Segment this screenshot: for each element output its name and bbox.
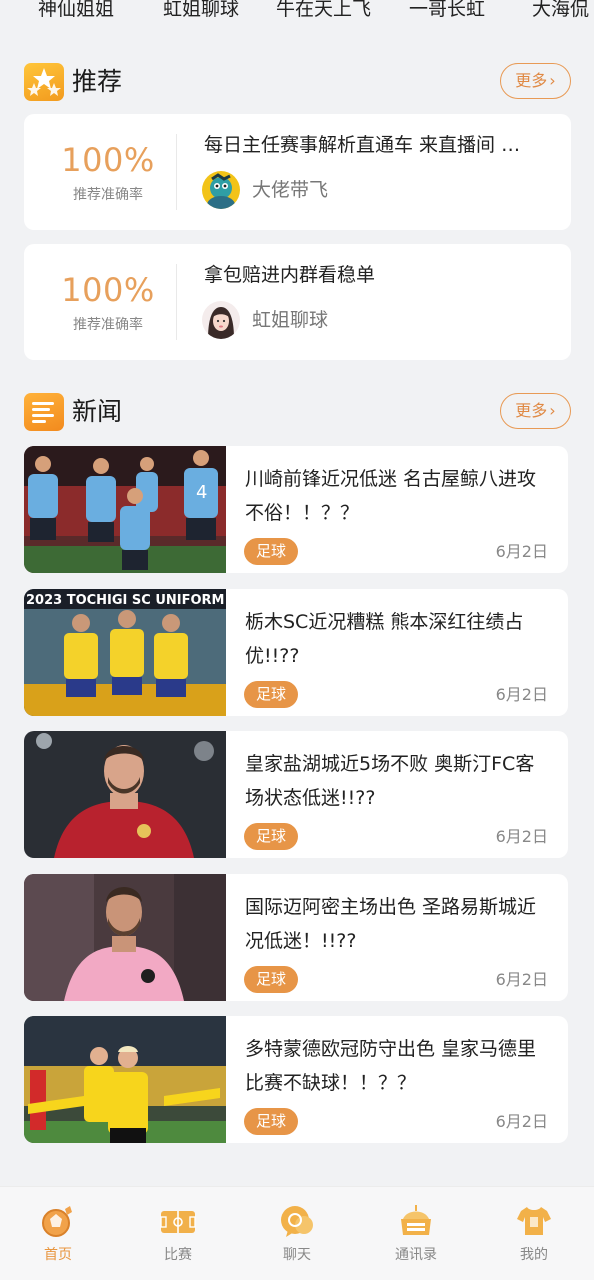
accuracy-label: 推荐准确率 bbox=[73, 317, 143, 333]
news-title: 皇家盐湖城近5场不败 奥斯汀FC客场状态低迷!!?? bbox=[245, 753, 535, 809]
category-tag: 足球 bbox=[244, 823, 298, 850]
nav-label: 比赛 bbox=[164, 1247, 192, 1263]
svg-text:4: 4 bbox=[196, 482, 207, 503]
host-tabs: 神仙姐姐 虹姐聊球 牛在天上飞 一哥长虹 大海侃 bbox=[0, 0, 594, 24]
section-title: 新闻 bbox=[72, 397, 123, 426]
more-button[interactable]: 更多 › bbox=[500, 63, 571, 99]
recommend-card[interactable]: 100% 推荐准确率 拿包赔进内群看稳单 虹姐聊球 bbox=[24, 244, 571, 360]
accuracy-rate: 100% bbox=[61, 271, 155, 309]
category-tag: 足球 bbox=[244, 966, 298, 993]
divider bbox=[176, 134, 177, 210]
more-label: 更多 bbox=[515, 71, 548, 90]
news-date: 6月2日 bbox=[495, 827, 548, 846]
news-item[interactable]: 皇家盐湖城近5场不败 奥斯汀FC客场状态低迷!!?? 足球 6月2日 bbox=[24, 731, 568, 858]
recommend-card[interactable]: 100% 推荐准确率 每日主任赛事解析直通车 来直播间 … 大佬带飞 bbox=[24, 114, 571, 230]
match-pitch-icon bbox=[159, 1203, 197, 1239]
author-name: 虹姐聊球 bbox=[252, 309, 329, 331]
profile-jersey-icon bbox=[515, 1203, 553, 1239]
nav-match[interactable]: 比赛 bbox=[138, 1203, 218, 1273]
news-thumbnail: 2023 TOCHIGI SC UNIFORM bbox=[24, 589, 226, 716]
news-title: 国际迈阿密主场出色 圣路易斯城近况低迷！!!?? bbox=[245, 896, 537, 952]
divider bbox=[176, 264, 177, 340]
news-date: 6月2日 bbox=[495, 542, 548, 561]
news-date: 6月2日 bbox=[495, 970, 548, 989]
news-title: 川崎前锋近况低迷 名古屋鲸八进攻不俗！！？？ bbox=[245, 468, 537, 524]
more-label: 更多 bbox=[515, 401, 548, 420]
recommend-title: 拿包赔进内群看稳单 bbox=[204, 264, 376, 286]
star-icon bbox=[24, 63, 64, 101]
news-header: 新闻 更多 › bbox=[24, 393, 571, 433]
news-thumbnail bbox=[24, 731, 226, 858]
chat-bubble-icon bbox=[278, 1203, 316, 1239]
avatar[interactable] bbox=[202, 171, 240, 209]
news-thumbnail: 4 bbox=[24, 446, 226, 573]
recommend-header: 推荐 更多 › bbox=[24, 63, 571, 103]
nav-label: 首页 bbox=[44, 1247, 72, 1263]
banner-text: 2023 TOCHIGI SC UNIFORM bbox=[26, 593, 225, 608]
nav-profile[interactable]: 我的 bbox=[494, 1203, 574, 1273]
avatar[interactable] bbox=[202, 301, 240, 339]
news-item[interactable]: 多特蒙德欧冠防守出色 皇家马德里比赛不缺球！！？？ 足球 6月2日 bbox=[24, 1016, 568, 1143]
accuracy-label: 推荐准确率 bbox=[73, 187, 143, 203]
host-tab[interactable]: 一哥长虹 bbox=[409, 0, 485, 22]
news-title: 多特蒙德欧冠防守出色 皇家马德里比赛不缺球！！？？ bbox=[245, 1038, 537, 1094]
host-tab[interactable]: 虹姐聊球 bbox=[163, 0, 239, 22]
bottom-nav: 首页 比赛 聊天 通讯录 我的 bbox=[0, 1186, 594, 1280]
section-title: 推荐 bbox=[72, 67, 123, 96]
nav-contacts[interactable]: 通讯录 bbox=[376, 1203, 456, 1273]
author-name: 大佬带飞 bbox=[252, 179, 329, 201]
home-football-icon bbox=[39, 1203, 77, 1239]
chevron-right-icon: › bbox=[549, 401, 556, 420]
news-date: 6月2日 bbox=[495, 1112, 548, 1131]
category-tag: 足球 bbox=[244, 1108, 298, 1135]
news-thumbnail bbox=[24, 874, 226, 1001]
host-tab[interactable]: 牛在天上飞 bbox=[276, 0, 371, 22]
nav-chat[interactable]: 聊天 bbox=[257, 1203, 337, 1273]
news-date: 6月2日 bbox=[495, 685, 548, 704]
news-item[interactable]: 国际迈阿密主场出色 圣路易斯城近况低迷！!!?? 足球 6月2日 bbox=[24, 874, 568, 1001]
contacts-stadium-icon bbox=[397, 1203, 435, 1239]
accuracy-rate: 100% bbox=[61, 141, 155, 179]
category-tag: 足球 bbox=[244, 538, 298, 565]
host-tab[interactable]: 神仙姐姐 bbox=[38, 0, 114, 22]
category-tag: 足球 bbox=[244, 681, 298, 708]
newspaper-icon bbox=[24, 393, 64, 431]
nav-label: 通讯录 bbox=[395, 1247, 437, 1263]
nav-label: 我的 bbox=[520, 1247, 548, 1263]
host-tab[interactable]: 大海侃 bbox=[532, 0, 589, 22]
chevron-right-icon: › bbox=[549, 71, 556, 90]
more-button[interactable]: 更多 › bbox=[500, 393, 571, 429]
news-item[interactable]: 4 川崎前锋近况低迷 名古屋鲸八进攻不俗！！？？ 足球 6月2日 bbox=[24, 446, 568, 573]
news-thumbnail bbox=[24, 1016, 226, 1143]
nav-label: 聊天 bbox=[283, 1247, 311, 1263]
news-title: 栃木SC近况糟糕 熊本深红往绩占优!!?? bbox=[245, 611, 524, 667]
news-item[interactable]: 2023 TOCHIGI SC UNIFORM 栃木SC近况糟糕 熊本深红往绩占… bbox=[24, 589, 568, 716]
recommend-title: 每日主任赛事解析直通车 来直播间 … bbox=[204, 134, 521, 156]
nav-home[interactable]: 首页 bbox=[18, 1203, 98, 1273]
